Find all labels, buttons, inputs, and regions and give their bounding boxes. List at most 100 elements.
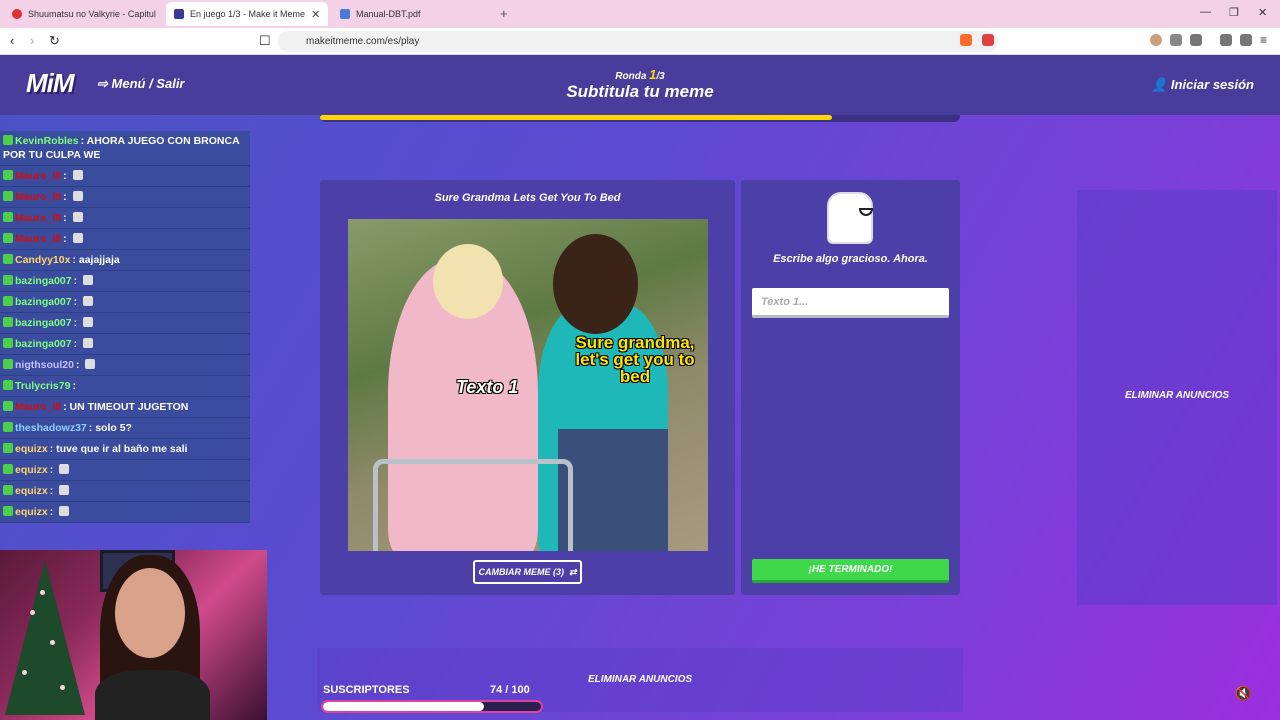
remove-ads-link[interactable]: ELIMINAR ANUNCIOS [1077, 390, 1277, 401]
chat-message: KevinRobles: AHORA JUEGO CON BRONCA POR … [0, 131, 250, 166]
chat-separator: : [49, 464, 57, 476]
meme-image: Texto 1 Sure grandma, let's get you to b… [348, 219, 708, 551]
done-button[interactable]: ¡HE TERMINADO! [752, 559, 949, 583]
chat-message: equizx: [0, 460, 250, 481]
chat-username[interactable]: Mauro_l8 [15, 170, 61, 182]
chat-message: equizx: [0, 502, 250, 523]
round-indicator: Ronda 1/3 [0, 67, 1280, 82]
subscriber-current: 74 [490, 684, 503, 696]
chat-username[interactable]: equizx [15, 485, 48, 497]
chat-separator: : [63, 191, 70, 203]
chat-username[interactable]: bazinga007 [15, 275, 72, 287]
caption-fixed: Sure grandma, let's get you to bed [575, 333, 695, 386]
subscriber-progress [321, 700, 543, 713]
chat-message: Mauro_l8: [0, 229, 250, 250]
rewards-icon[interactable] [982, 34, 994, 46]
menu-icon[interactable]: ≡ [1260, 33, 1267, 47]
chat-emote-icon [83, 338, 94, 348]
address-bar-row: ‹ › ↻ ☐ makeitmeme.com/es/play ≡ [0, 28, 1280, 55]
caption-input[interactable] [752, 288, 949, 318]
puzzle-icon[interactable] [1170, 34, 1182, 46]
mute-icon[interactable]: 🔇 [1235, 685, 1252, 702]
leo-icon[interactable] [1240, 34, 1252, 46]
chat-username[interactable]: bazinga007 [15, 296, 72, 308]
change-meme-button[interactable]: CAMBIAR MEME (3) ⇄ [473, 560, 582, 584]
chat-username[interactable]: equizx [15, 443, 48, 455]
meme-panel: Sure Grandma Lets Get You To Bed Texto 1… [320, 180, 735, 595]
chat-message: nigthsoul20: [0, 355, 250, 376]
chat-message: Mauro_l8: [0, 208, 250, 229]
extension-icon[interactable] [1150, 34, 1162, 46]
chat-username[interactable]: theshadowz37 [15, 422, 87, 434]
chat-username[interactable]: equizx [15, 506, 48, 518]
forward-icon[interactable]: › [30, 33, 34, 48]
chat-username[interactable]: bazinga007 [15, 338, 72, 350]
chat-emote-icon [59, 485, 70, 495]
chat-username[interactable]: nigthsoul20 [15, 359, 74, 371]
round-timer-fill [320, 115, 832, 120]
mascot-icon [827, 192, 873, 244]
close-window-icon[interactable]: ✕ [1258, 6, 1267, 19]
chat-message: equizx: [0, 481, 250, 502]
chat-text: aajajjaja [78, 254, 120, 266]
chat-emote-icon [72, 170, 83, 180]
sidebar-icon[interactable] [1190, 34, 1202, 46]
chat-username[interactable]: KevinRobles [15, 135, 79, 147]
streamer-face [115, 568, 185, 658]
new-tab-icon[interactable]: + [500, 6, 508, 21]
wallet-icon[interactable] [1220, 34, 1232, 46]
chat-separator: : [63, 170, 70, 182]
chat-message: bazinga007: [0, 313, 250, 334]
chat-username[interactable]: Candyy10x [15, 254, 70, 266]
subscriber-count: 74 / 100 [490, 684, 530, 696]
chat-message: Mauro_l8: [0, 187, 250, 208]
done-label: ¡HE TERMINADO! [808, 564, 893, 575]
chat-message: bazinga007: [0, 292, 250, 313]
meme-title: Sure Grandma Lets Get You To Bed [434, 192, 621, 204]
bookmark-icon[interactable]: ☐ [259, 33, 271, 49]
subscriber-label: SUSCRIPTORES [323, 684, 410, 696]
chat-username[interactable]: Mauro_l8 [15, 191, 61, 203]
chat-badge-icon [3, 212, 13, 222]
chat-username[interactable]: Trulycris79 [15, 380, 70, 392]
login-link[interactable]: 👤 Iniciar sesión [1151, 77, 1254, 93]
chat-emote-icon [83, 296, 94, 306]
chat-badge-icon [3, 338, 13, 348]
chat-username[interactable]: Mauro_l8 [15, 233, 61, 245]
streamer-body [95, 670, 210, 720]
browser-tabbar: Shuumatsu no Valkyrie - Capitulo 06 En j… [0, 0, 1280, 28]
chat-username[interactable]: bazinga007 [15, 317, 72, 329]
tab-shuumatsu[interactable]: Shuumatsu no Valkyrie - Capitulo 06 [4, 2, 166, 26]
chat-badge-icon [3, 464, 13, 474]
round-prefix: Ronda [615, 71, 650, 82]
side-ad: ELIMINAR ANUNCIOS [1077, 190, 1277, 605]
chat-emote-icon [83, 275, 94, 285]
chat-separator: : [73, 275, 81, 287]
chat-separator: : [72, 380, 76, 392]
tab-manual-dbt[interactable]: Manual-DBT.pdf [332, 2, 494, 26]
chat-username[interactable]: equizx [15, 464, 48, 476]
back-icon[interactable]: ‹ [10, 33, 14, 48]
minimize-icon[interactable]: — [1200, 6, 1211, 18]
chat-message: Trulycris79: [0, 376, 250, 397]
swap-icon: ⇄ [568, 566, 577, 577]
url-field[interactable]: makeitmeme.com/es/play [278, 31, 998, 52]
chat-username[interactable]: Mauro_l8 [15, 212, 61, 224]
chat-separator: : [73, 296, 81, 308]
chat-badge-icon [3, 401, 13, 411]
chat-text: UN TIMEOUT JUGETON [69, 401, 189, 413]
close-tab-icon[interactable]: ✕ [311, 8, 320, 21]
restore-icon[interactable]: ❐ [1229, 6, 1239, 19]
chat-username[interactable]: Mauro_l8 [15, 401, 61, 413]
reload-icon[interactable]: ↻ [49, 33, 60, 49]
tab-label: Manual-DBT.pdf [356, 9, 421, 19]
chat-separator: : [73, 317, 81, 329]
brave-shield-icon[interactable] [960, 34, 972, 46]
tab-make-it-meme[interactable]: En juego 1/3 - Make it Meme ✕ [166, 2, 328, 26]
chat-badge-icon [3, 317, 13, 327]
chat-emote-icon [85, 359, 96, 369]
chat-badge-icon [3, 506, 13, 516]
tab-favicon-icon [12, 9, 22, 19]
chat-emote-icon [72, 233, 83, 243]
url-text: makeitmeme.com/es/play [306, 36, 420, 47]
